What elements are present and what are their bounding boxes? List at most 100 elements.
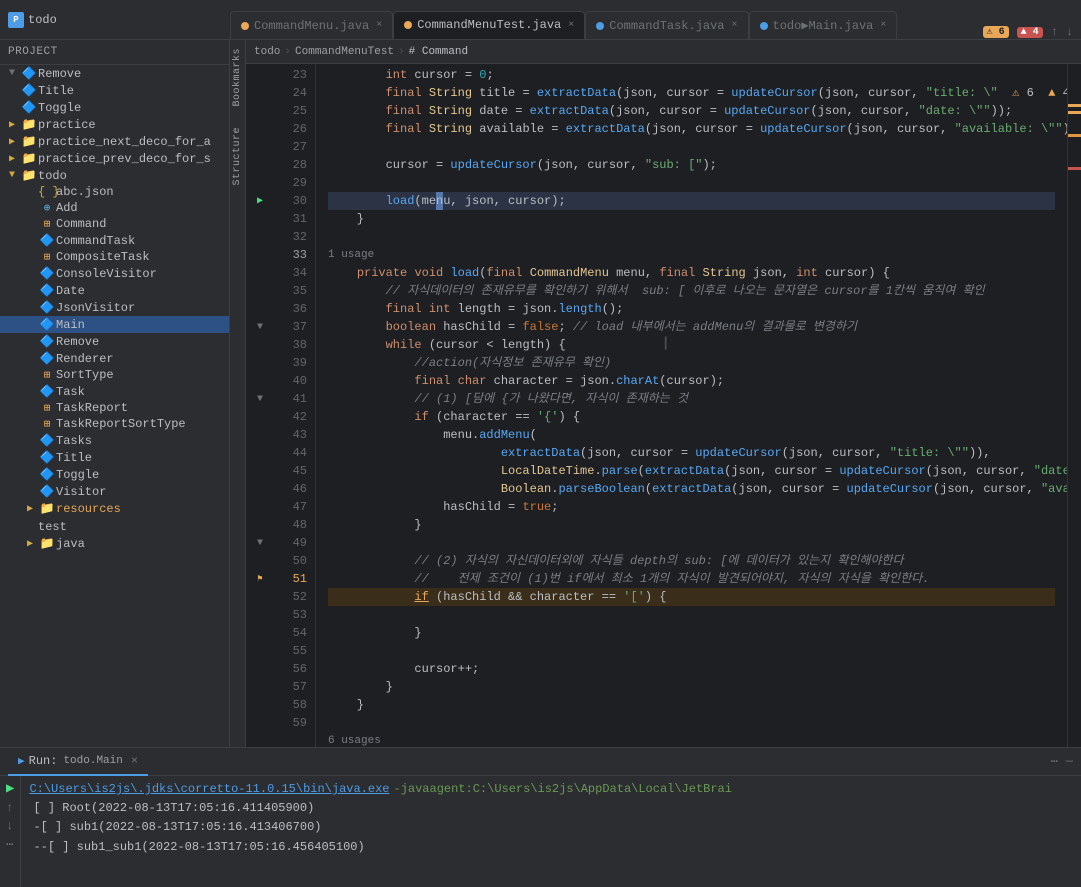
- structure-tab[interactable]: Structure: [230, 119, 245, 194]
- sidebar-item-toggle[interactable]: 🔷 Toggle: [0, 466, 229, 483]
- sidebar-item-add[interactable]: ⊕ Add: [0, 200, 229, 216]
- tab-commandmenutest[interactable]: CommandMenuTest.java ×: [393, 11, 585, 39]
- gutter-cell-50: [246, 552, 274, 570]
- nav-up[interactable]: ↑: [1051, 25, 1058, 39]
- project-icon: P: [8, 12, 24, 28]
- more-options-icon[interactable]: ⋯: [1051, 754, 1058, 769]
- sidebar-item-tasks[interactable]: 🔷 Tasks: [0, 432, 229, 449]
- tab-close-3[interactable]: ×: [732, 20, 738, 31]
- gutter-cell-52: [246, 588, 274, 606]
- left-panel-icons: Bookmarks Structure: [230, 40, 246, 747]
- sidebar-item-remove[interactable]: 🔷 Remove: [0, 333, 229, 350]
- sidebar-item-practice-prev[interactable]: ▶ 📁 practice_prev_deco_for_s: [0, 150, 229, 167]
- run-controls: ▶ ↑ ↓ ⋯: [0, 776, 21, 887]
- sidebar-item-todo-folder[interactable]: ▼ 📁 todo: [0, 167, 229, 184]
- ln-43: 43: [274, 426, 307, 444]
- ln-42: 42: [274, 408, 307, 426]
- sidebar-item-visitor[interactable]: 🔷 Visitor: [0, 483, 229, 500]
- run-tab[interactable]: ▶ Run: todo.Main ×: [8, 748, 148, 776]
- gutter-cell-28: [246, 156, 274, 174]
- sidebar-item-taskreport[interactable]: ⊞ TaskReport: [0, 400, 229, 416]
- sidebar-item-java[interactable]: ▶ 📁 java: [0, 535, 229, 552]
- ln-29: 29: [274, 174, 307, 192]
- sidebar-item-title-top[interactable]: 🔷 Title: [0, 82, 229, 99]
- run-output-text-1: [ ] Root(2022-08-13T17:05:16.411405900): [29, 799, 314, 818]
- gutter-cell-58: [246, 696, 274, 714]
- nav-down[interactable]: ↓: [1066, 25, 1073, 39]
- sidebar-item-commandtask[interactable]: 🔷 CommandTask: [0, 232, 229, 249]
- gutter-cell-47: [246, 498, 274, 516]
- run-down-btn[interactable]: ↓: [6, 819, 14, 833]
- sidebar-tree[interactable]: ▼ 🔷 Remove 🔷 Title 🔷 Toggle ▶ 📁 practice: [0, 65, 229, 747]
- ln-30: 30: [274, 192, 307, 210]
- sidebar-item-resources[interactable]: ▶ 📁 resources: [0, 500, 229, 517]
- tree-label-practice-prev: practice_prev_deco_for_s: [38, 152, 229, 166]
- gutter-cell-48: [246, 516, 274, 534]
- gutter-area: ▶ ▼ ▼ ▼ ⚑: [246, 64, 274, 747]
- run-output-text-3: --[ ] sub1_sub1(2022-08-13T17:05:16.4564…: [29, 838, 364, 857]
- tab-label-2: CommandMenuTest.java: [417, 18, 561, 32]
- sidebar-item-test[interactable]: test: [0, 519, 229, 535]
- top-bar-left: P todo: [0, 12, 230, 28]
- run-settings-btn[interactable]: ⋯: [6, 837, 14, 852]
- tree-label-visitor: Visitor: [56, 485, 229, 499]
- run-path[interactable]: C:\Users\is2js\.jdks\corretto-11.0.15\bi…: [29, 780, 389, 799]
- taskreport-icon: ⊞: [38, 401, 56, 415]
- code-line-29: [328, 174, 1055, 192]
- run-up-btn[interactable]: ↑: [6, 801, 14, 815]
- breadcrumb-method[interactable]: # Command: [409, 46, 468, 58]
- gutter-cell-40: [246, 372, 274, 390]
- tree-label-remove: Remove: [56, 335, 229, 349]
- sidebar-item-task[interactable]: 🔷 Task: [0, 383, 229, 400]
- right-mark-2: [1068, 111, 1081, 114]
- tab-close-1[interactable]: ×: [376, 20, 382, 31]
- main-content: Project ▼ 🔷 Remove 🔷 Title 🔷 Toggle ▶ �: [0, 40, 1081, 747]
- sidebar-item-main[interactable]: 🔷 Main: [0, 316, 229, 333]
- sidebar-item-compositetask[interactable]: ⊞ CompositeTask: [0, 249, 229, 265]
- sidebar-item-renderer[interactable]: 🔷 Renderer: [0, 350, 229, 367]
- gutter-cell-42: [246, 408, 274, 426]
- sidebar-item-title[interactable]: 🔷 Title: [0, 449, 229, 466]
- sidebar-item-toggle-top[interactable]: 🔷 Toggle: [0, 99, 229, 116]
- sidebar-item-abc-json[interactable]: { } abc.json: [0, 184, 229, 200]
- sidebar-item-consolevisitor[interactable]: 🔷 ConsoleVisitor: [0, 265, 229, 282]
- jsonvisitor-icon: 🔷: [38, 300, 56, 315]
- code-line-56: }: [328, 678, 1055, 696]
- close-panel-icon[interactable]: —: [1066, 754, 1073, 769]
- sidebar-item-remove-top[interactable]: ▼ 🔷 Remove: [0, 65, 229, 82]
- tab-commandtask[interactable]: CommandTask.java ×: [585, 11, 748, 39]
- ln-36: 36: [274, 300, 307, 318]
- tab-commandmenu[interactable]: CommandMenu.java ×: [230, 11, 393, 39]
- code-area[interactable]: int cursor = 0; final String title = ext…: [316, 64, 1067, 747]
- tab-main[interactable]: todo▶Main.java ×: [749, 11, 898, 39]
- run-name: todo.Main: [63, 755, 122, 767]
- code-line-23: int cursor = 0;: [328, 66, 1055, 84]
- run-tab-close[interactable]: ×: [131, 754, 138, 768]
- ln-52: 52: [274, 588, 307, 606]
- sidebar-item-command[interactable]: ⊞ Command: [0, 216, 229, 232]
- right-mark-1: [1068, 104, 1081, 107]
- gutter-cell-29: [246, 174, 274, 192]
- bookmarks-tab[interactable]: Bookmarks: [230, 40, 245, 115]
- breadcrumb-class[interactable]: CommandMenuTest: [295, 46, 394, 58]
- sidebar-item-date[interactable]: 🔷 Date: [0, 282, 229, 299]
- breadcrumb-todo[interactable]: todo: [254, 46, 280, 58]
- tree-label-toggle: Toggle: [56, 468, 229, 482]
- run-play-btn[interactable]: ▶: [6, 780, 14, 797]
- sidebar-item-practice[interactable]: ▶ 📁 practice: [0, 116, 229, 133]
- sidebar-item-sorttype[interactable]: ⊞ SortType: [0, 367, 229, 383]
- code-line-25: final String date = extractData(json, cu…: [328, 102, 1055, 120]
- code-line-54: [328, 642, 1055, 660]
- remove-icon: 🔷: [38, 334, 56, 349]
- tree-label-remove-top: Remove: [38, 67, 229, 81]
- sidebar-item-practice-next[interactable]: ▶ 📁 practice_next_deco_for_a: [0, 133, 229, 150]
- tab-close-4[interactable]: ×: [880, 20, 886, 31]
- sidebar-item-taskreportsorttype[interactable]: ⊞ TaskReportSortType: [0, 416, 229, 432]
- code-line-57: }: [328, 696, 1055, 714]
- tab-close-2[interactable]: ×: [568, 20, 574, 31]
- sidebar-item-jsonvisitor[interactable]: 🔷 JsonVisitor: [0, 299, 229, 316]
- code-line-26: final String available = extractData(jso…: [328, 120, 1055, 138]
- code-line-35: final int length = json.length();: [328, 300, 1055, 318]
- ln-23: 23: [274, 66, 307, 84]
- ln-53: 53: [274, 606, 307, 624]
